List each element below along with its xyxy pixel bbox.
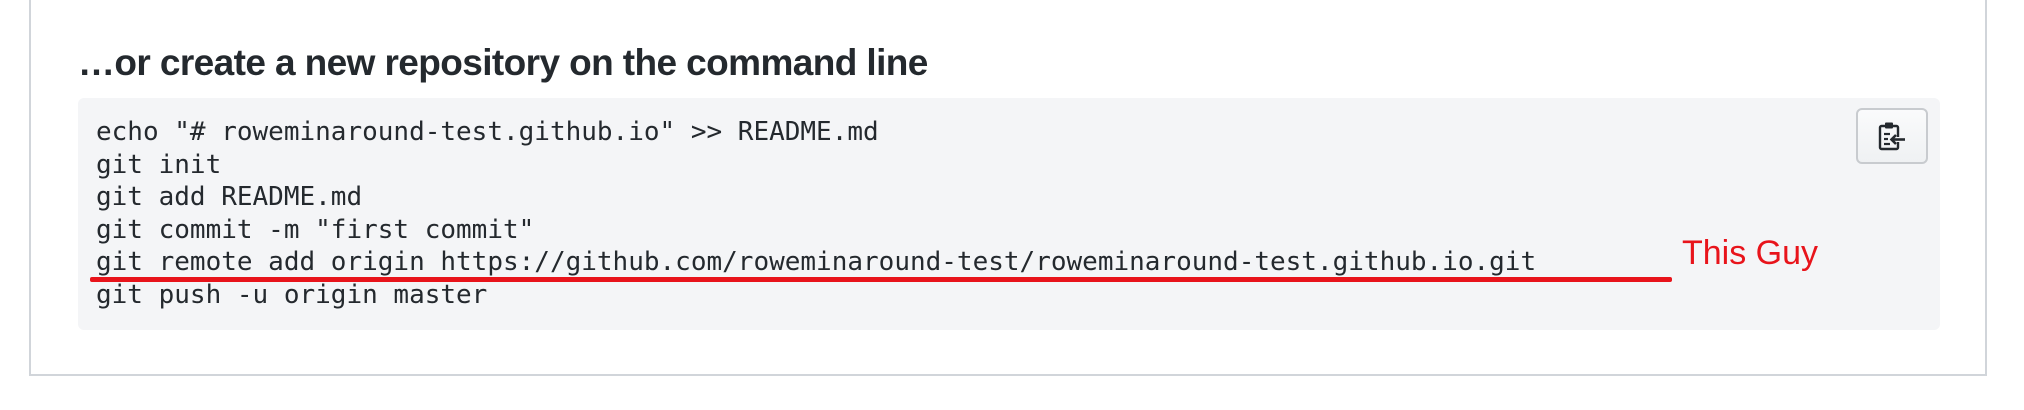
section-heading: …or create a new repository on the comma… [78,42,928,83]
clipboard-icon [1878,122,1905,151]
copy-to-clipboard-button[interactable] [1856,108,1928,164]
annotation-underline [90,277,1672,282]
code-line-remote-add: git remote add origin https://github.com… [96,247,1537,277]
code-line: git add README.md [96,182,363,212]
annotation-label: This Guy [1682,234,1819,272]
code-line: echo "# roweminaround-test.github.io" >>… [96,117,879,147]
code-line: git push -u origin master [96,279,488,310]
code-line: git init [96,149,222,180]
code-line: git commit -m "first commit" [96,214,535,245]
